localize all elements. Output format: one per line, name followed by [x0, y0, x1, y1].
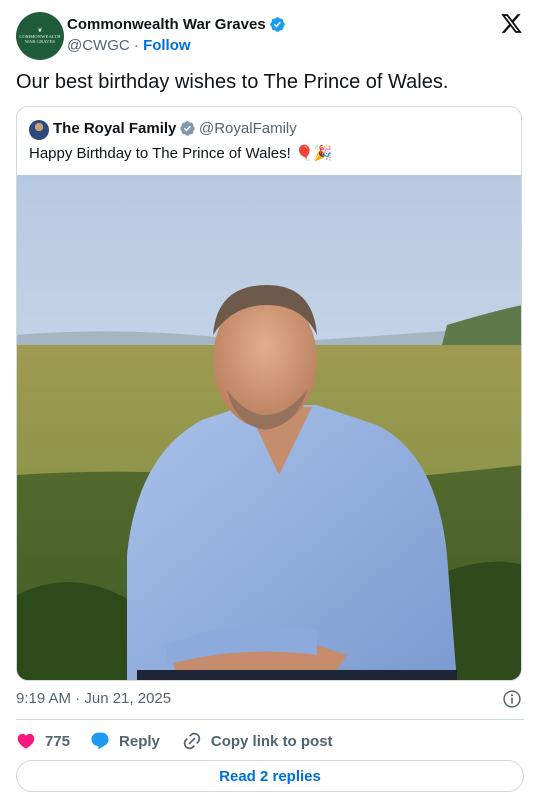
post-text: Our best birthday wishes to The Prince o…: [16, 71, 449, 93]
author-avatar[interactable]: ❦ COMMONWEALTH WAR GRAVES: [16, 12, 64, 60]
follow-button[interactable]: Follow: [143, 37, 191, 54]
embedded-post: ❦ COMMONWEALTH WAR GRAVES Commonwealth W…: [0, 0, 540, 807]
link-icon: [183, 732, 201, 750]
author-name[interactable]: Commonwealth War Graves: [67, 16, 266, 33]
post-timestamp[interactable]: 9:19 AM · Jun 21, 2025: [16, 690, 171, 707]
reply-bubble-icon: [91, 732, 109, 750]
quoted-post-photo[interactable]: [17, 175, 522, 681]
author-handle[interactable]: @CWGC: [67, 37, 130, 54]
avatar-logo-text-2: WAR GRAVES: [24, 38, 56, 44]
reply-label: Reply: [119, 732, 160, 750]
quoted-author-avatar[interactable]: [29, 120, 49, 140]
verified-badge-icon: [269, 17, 285, 32]
wreath-crest-icon: ❦: [37, 27, 43, 34]
copy-link-button[interactable]: Copy link to post: [182, 731, 333, 751]
handle-separator: ·: [133, 37, 139, 54]
copy-link-label: Copy link to post: [210, 732, 333, 750]
like-count: 775: [45, 732, 71, 750]
author-handle-row: @CWGC · Follow: [67, 37, 191, 54]
quoted-post-text: Happy Birthday to The Prince of Wales! 🎈…: [29, 145, 333, 162]
info-icon[interactable]: [502, 689, 522, 709]
like-button[interactable]: 775: [16, 731, 70, 751]
x-logo-icon[interactable]: [500, 12, 523, 35]
author-name-row[interactable]: Commonwealth War Graves: [67, 16, 286, 33]
quoted-author-name-row[interactable]: The Royal Family: [53, 120, 196, 137]
read-replies-button[interactable]: Read 2 replies: [16, 760, 524, 792]
heart-icon: [17, 733, 35, 749]
divider: [16, 719, 524, 720]
verified-badge-icon: [180, 121, 196, 136]
quoted-author-handle[interactable]: @RoyalFamily: [199, 120, 297, 137]
reply-button[interactable]: Reply: [90, 731, 160, 751]
quoted-author-name[interactable]: The Royal Family: [53, 120, 176, 137]
action-bar: 775 Reply Copy link to post: [16, 728, 333, 754]
quoted-post[interactable]: The Royal Family @RoyalFamily Happy Birt…: [16, 106, 522, 681]
